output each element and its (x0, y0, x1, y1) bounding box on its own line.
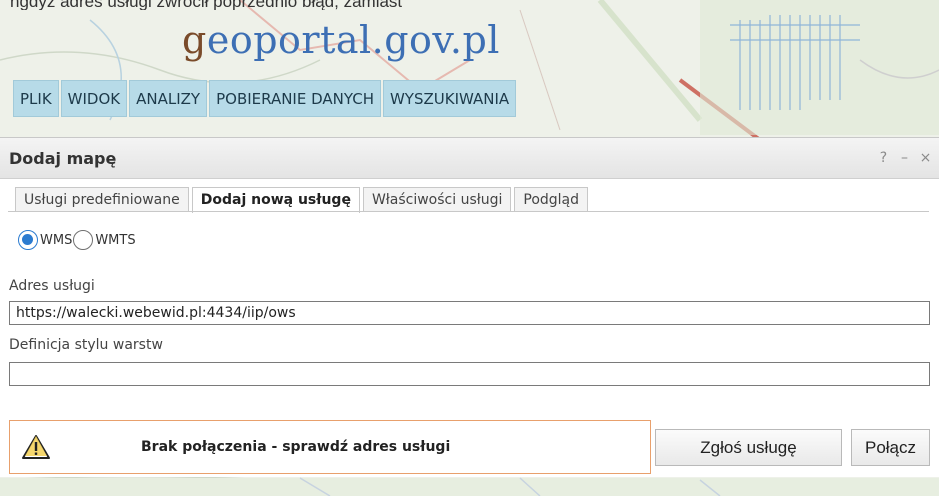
radio-wms[interactable] (18, 230, 38, 250)
connect-button[interactable]: Połącz (851, 429, 930, 466)
menu-widok[interactable]: WIDOK (60, 80, 128, 117)
minimize-button[interactable]: – (897, 150, 912, 166)
geoportal-logo[interactable]: geoportal.gov.pl (182, 16, 500, 64)
menu-plik[interactable]: PLIK (13, 80, 59, 117)
logo-text: eoportal.gov.pl (206, 18, 500, 62)
tab-predefined-services[interactable]: Usługi predefiniowane (15, 187, 189, 212)
address-label: Adres usługi (9, 278, 95, 294)
address-input[interactable] (9, 301, 930, 325)
main-menu: PLIK WIDOK ANALIZY POBIERANIE DANYCH WYS… (13, 80, 517, 117)
radio-wms-label[interactable]: WMS (40, 233, 72, 248)
service-type-radios: WMS WMTS (18, 230, 137, 250)
tab-service-properties[interactable]: Właściwości usługi (362, 187, 512, 212)
caption-text: ngdyż adres usługi zwrócił poprzednio bł… (10, 0, 403, 10)
report-service-button[interactable]: Zgłoś usługę (655, 429, 842, 466)
connection-error-alert: Brak połączenia - sprawdź adres usługi (9, 420, 651, 474)
style-definition-label: Definicja stylu warstw (9, 337, 163, 353)
menu-wyszukiwania[interactable]: WYSZUKIWANIA (382, 80, 517, 117)
tab-preview[interactable]: Podgląd (514, 187, 589, 212)
logo-letter-g: g (182, 18, 207, 62)
radio-wmts[interactable] (73, 230, 94, 250)
dialog-titlebar[interactable]: Dodaj mapę ? – × (0, 138, 939, 179)
close-button[interactable]: × (918, 150, 933, 166)
style-definition-input[interactable] (9, 362, 930, 386)
menu-pobieranie-danych[interactable]: POBIERANIE DANYCH (209, 80, 381, 117)
tab-add-new-service[interactable]: Dodaj nową usługę (191, 187, 360, 213)
radio-wmts-label[interactable]: WMTS (95, 233, 135, 248)
add-map-dialog: Dodaj mapę ? – × Usługi predefiniowane D… (0, 137, 939, 477)
dialog-tabs: Usługi predefiniowane Dodaj nową usługę … (15, 187, 589, 213)
help-button[interactable]: ? (876, 150, 891, 166)
dialog-title: Dodaj mapę (9, 149, 117, 168)
menu-analizy[interactable]: ANALIZY (129, 80, 208, 117)
warning-icon (22, 435, 50, 459)
tab-divider (8, 211, 929, 212)
alert-message: Brak połączenia - sprawdź adres usługi (141, 439, 451, 455)
